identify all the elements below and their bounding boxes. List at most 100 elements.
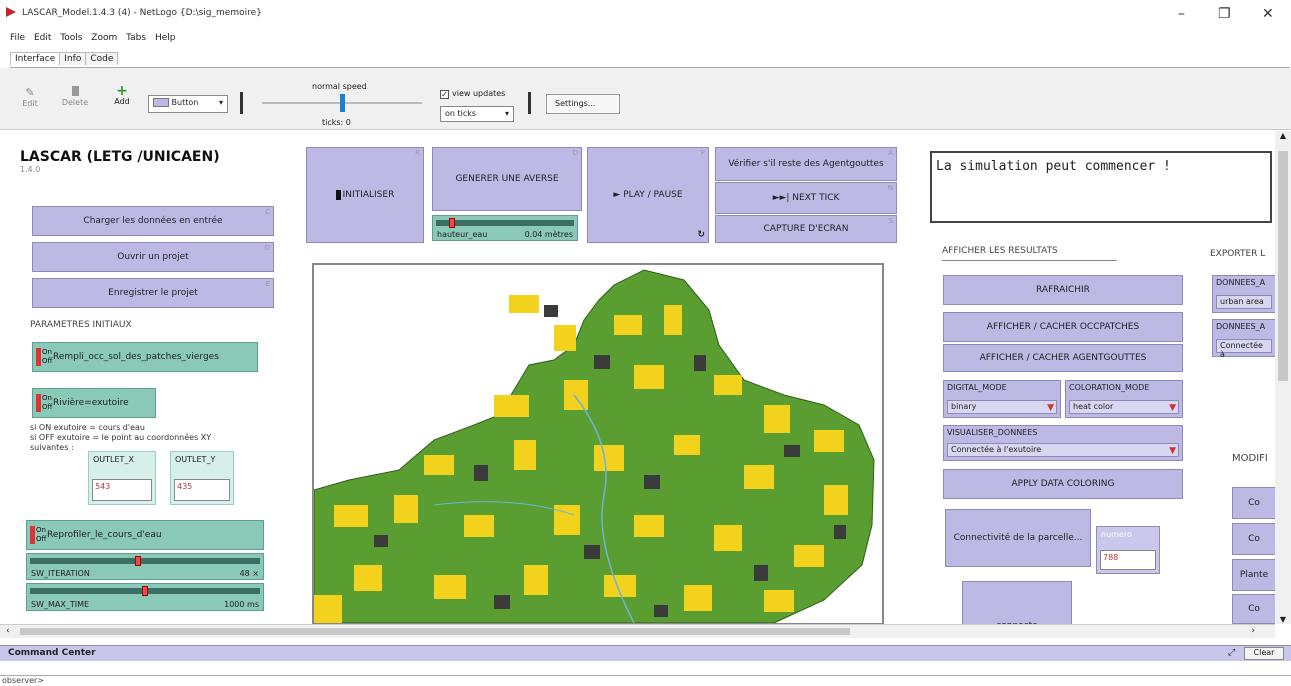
outlet-y-field[interactable]: 435: [174, 479, 230, 501]
sw-iteration-slider[interactable]: SW_ITERATION 48 ×: [26, 553, 264, 580]
world-view[interactable]: [312, 263, 884, 624]
side-button-label: Co: [1248, 498, 1260, 508]
results-header-underline: [942, 260, 1117, 261]
hotkey: E: [265, 280, 270, 288]
switch-riviere-exutoire[interactable]: On Off Rivière=exutoire: [32, 388, 156, 418]
switch-on-off: On Off: [42, 348, 53, 365]
slider-value: 48 ×: [239, 569, 259, 578]
add-tool[interactable]: + Add: [110, 84, 134, 106]
numero-input[interactable]: numero 788: [1096, 526, 1160, 574]
edit-label: Edit: [22, 99, 38, 108]
next-tick-button[interactable]: ►►| NEXT TICK N: [715, 182, 897, 214]
side-button-3[interactable]: Plante: [1232, 559, 1275, 591]
slider-value: 1000 ms: [224, 600, 259, 609]
view-updates-label: view updates: [452, 89, 506, 98]
minimize-button[interactable]: –: [1178, 6, 1185, 22]
play-pause-button[interactable]: ► PLAY / PAUSE P ↻: [587, 147, 709, 243]
scrollbar-thumb[interactable]: [20, 628, 850, 635]
settings-button[interactable]: Settings...: [546, 94, 620, 114]
capture-ecran-button[interactable]: CAPTURE D'ECRAN S: [715, 215, 897, 243]
open-project-button[interactable]: Ouvrir un projet O: [32, 242, 274, 272]
speed-slider-thumb[interactable]: [340, 94, 345, 112]
clear-button[interactable]: Clear: [1244, 647, 1284, 660]
outlet-x-input[interactable]: OUTLET_X 543: [88, 451, 156, 505]
tab-interface[interactable]: Interface: [10, 52, 61, 65]
initialiser-button[interactable]: INITIALISER R: [306, 147, 424, 243]
delete-label: Delete: [61, 98, 89, 107]
outlet-x-field[interactable]: 543: [92, 479, 152, 501]
side-button-2[interactable]: Co: [1232, 523, 1275, 555]
toolbar-separator: [240, 92, 243, 114]
model-title: LASCAR (LETG /UNICAEN): [20, 149, 220, 165]
tab-info[interactable]: Info: [59, 52, 87, 65]
slider-knob[interactable]: [135, 556, 142, 566]
tab-code[interactable]: Code: [85, 52, 119, 65]
modif-header: MODIFI: [1232, 453, 1268, 464]
connectivite-button[interactable]: Connectivité de la parcelle...: [945, 509, 1091, 567]
scroll-down-icon[interactable]: ▼: [1275, 615, 1291, 624]
switch-toggle[interactable]: On Off: [36, 348, 53, 366]
hotkey: D: [572, 149, 578, 157]
hotkey: N: [887, 184, 893, 192]
menu-tabs[interactable]: Tabs: [126, 33, 146, 43]
save-project-button[interactable]: Enregistrer le projet E: [32, 278, 274, 308]
verifier-agentgouttes-button[interactable]: Vérifier s'il reste des Agentgouttes A: [715, 147, 897, 181]
scrollbar-thumb[interactable]: [1278, 151, 1288, 381]
delete-tool[interactable]: Delete: [60, 86, 90, 107]
model-version: 1.4.0: [20, 165, 41, 174]
view-updates-checkbox[interactable]: ✓: [440, 90, 449, 99]
vertical-scrollbar[interactable]: ▲ ▼: [1275, 131, 1291, 624]
speed-slider[interactable]: [262, 94, 422, 112]
switch-reprofiler[interactable]: On Off Reprofiler_le_cours_d'eau: [26, 520, 264, 550]
switch-toggle[interactable]: On Off: [36, 394, 52, 412]
digital-mode-chooser[interactable]: DIGITAL_MODE binary ▼: [943, 380, 1061, 418]
numero-field[interactable]: 788: [1100, 550, 1156, 570]
visualiser-donnees-chooser[interactable]: VISUALISER_DONNEES Connectée à l'exutoir…: [943, 425, 1183, 461]
chooser-value: heat color: [1069, 400, 1179, 414]
export-chooser-1[interactable]: DONNEES_A urban area: [1212, 275, 1275, 313]
hotkey: P: [700, 149, 705, 157]
slider-knob[interactable]: [142, 586, 148, 596]
hauteur-eau-slider[interactable]: hauteur_eau 0.04 mètres: [432, 215, 578, 241]
horizontal-scrollbar[interactable]: ‹ ›: [0, 624, 1275, 638]
apply-data-coloring-button[interactable]: APPLY DATA COLORING: [943, 469, 1183, 499]
switch-remplir-occ[interactable]: On Off Rempli_occ_sol_des_patches_vierges: [32, 342, 258, 372]
observer-prompt[interactable]: observer>: [2, 676, 44, 685]
scroll-up-icon[interactable]: ▲: [1275, 131, 1291, 140]
toggle-agentgouttes-button[interactable]: AFFICHER / CACHER AGENTGOUTTES: [943, 344, 1183, 372]
menu-zoom[interactable]: Zoom: [91, 33, 117, 43]
menu-edit[interactable]: Edit: [34, 33, 51, 43]
scroll-left-icon[interactable]: ‹: [6, 626, 10, 636]
maximize-button[interactable]: ❐: [1218, 6, 1231, 22]
expand-icon[interactable]: ⤢: [1228, 648, 1235, 658]
sw-max-time-slider[interactable]: SW_MAX_TIME 1000 ms: [26, 583, 264, 611]
edit-tool[interactable]: ✎ Edit: [20, 86, 40, 108]
side-button-4[interactable]: Co: [1232, 594, 1275, 624]
coloration-mode-chooser[interactable]: COLORATION_MODE heat color ▼: [1065, 380, 1183, 418]
save-project-label: Enregistrer le projet: [108, 288, 198, 298]
title-bar: LASCAR_Model.1.4.3 (4) - NetLogo {D:\sig…: [0, 0, 1291, 28]
widget-type-select[interactable]: Button ▾: [148, 95, 228, 113]
slider-track[interactable]: [30, 558, 260, 564]
window-title: LASCAR_Model.1.4.3 (4) - NetLogo {D:\sig…: [22, 8, 262, 18]
export-chooser-2[interactable]: DONNEES_A Connectée à: [1212, 319, 1275, 359]
outlet-y-input[interactable]: OUTLET_Y 435: [170, 451, 234, 505]
load-data-button[interactable]: Charger les données en entrée C: [32, 206, 274, 236]
toggle-occpatches-button[interactable]: AFFICHER / CACHER OCCPATCHES: [943, 312, 1183, 342]
apply-label: APPLY DATA COLORING: [1011, 479, 1115, 489]
scroll-right-icon[interactable]: ›: [1251, 626, 1255, 636]
slider-knob[interactable]: [449, 218, 456, 228]
chevron-down-icon: ▼: [1047, 403, 1054, 413]
generer-averse-button[interactable]: GENERER UNE AVERSE D: [432, 147, 582, 211]
command-input[interactable]: observer>: [0, 675, 1291, 686]
connecte-button[interactable]: connecte: [962, 581, 1072, 624]
menu-file[interactable]: File: [10, 33, 25, 43]
menu-tools[interactable]: Tools: [60, 33, 82, 43]
close-button[interactable]: ✕: [1262, 6, 1274, 22]
switch-toggle[interactable]: On Off: [30, 526, 46, 544]
update-mode-select[interactable]: on ticks ▾: [440, 106, 514, 122]
menu-help[interactable]: Help: [155, 33, 176, 43]
rafraichir-button[interactable]: RAFRAICHIR: [943, 275, 1183, 305]
side-button-1[interactable]: Co: [1232, 487, 1275, 519]
slider-track[interactable]: [436, 220, 574, 226]
